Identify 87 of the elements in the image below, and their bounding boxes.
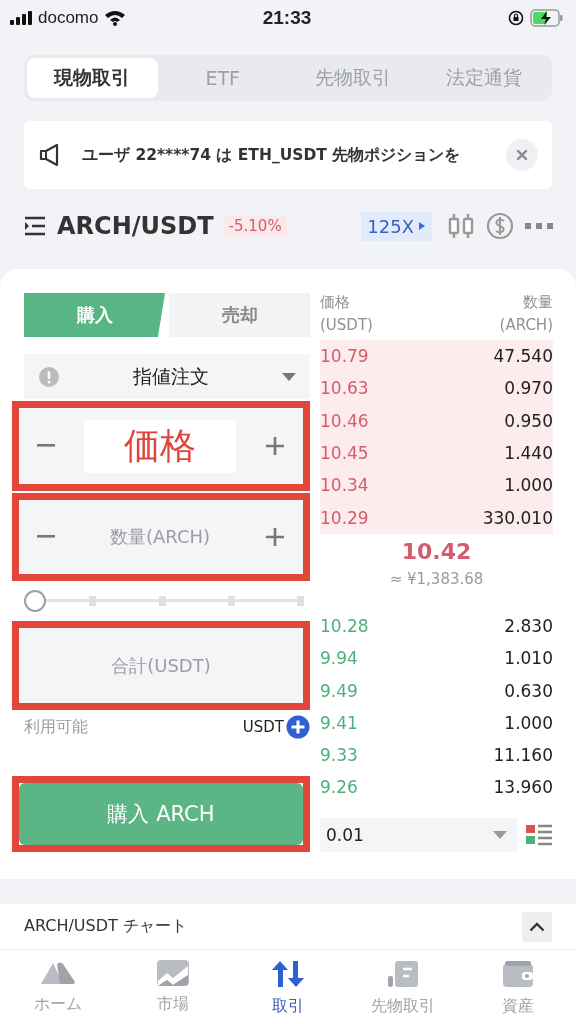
menu-icon[interactable] [23,215,47,237]
pair-symbol[interactable]: ARCH/USDT [57,212,214,240]
battery-icon [530,9,564,27]
ask-quantity: 47.540 [493,346,553,367]
bid-quantity: 2.830 [504,615,553,636]
ask-price: 10.79 [320,346,369,367]
precision-dropdown[interactable]: 0.01 [320,817,517,852]
buy-button[interactable]: 購入 ARCH [19,783,303,845]
bid-quantity: 11.160 [493,745,553,766]
bid-quantity: 1.010 [504,648,553,669]
caret-icon [493,830,507,839]
change-badge: -5.10% [223,215,287,237]
play-icon [418,221,426,231]
candlestick-icon[interactable] [446,212,476,240]
bid-price: 10.28 [320,615,369,636]
nav-item[interactable]: 先物取引 [345,950,461,1024]
chart-title: ARCH/USDT チャート [24,916,187,937]
side-tab[interactable]: 売却 [169,293,310,337]
up-down-arrows-icon [270,960,306,988]
input-field[interactable]: 数量(ARCH) [19,500,303,574]
minus-icon[interactable] [37,535,55,539]
ask-quantity: 1.000 [504,475,553,496]
close-button[interactable] [506,139,538,171]
available-currency: USDT [242,718,284,736]
bid-quantity: 13.960 [493,777,553,798]
bid-price: 9.26 [320,777,358,798]
amount-slider[interactable] [24,590,301,612]
more-icon[interactable] [524,222,554,230]
last-price: 10.42 [401,538,472,564]
ask-quantity: 1.440 [504,443,553,464]
price-in-yen: ≈ ¥1,383.68 [389,569,484,588]
chevron-up-icon [529,921,545,932]
wallet-icon [502,960,535,988]
plus-icon[interactable] [265,436,285,456]
signal-icon [10,11,32,25]
bid-price: 9.49 [320,680,358,701]
document-icon [387,960,420,988]
info-icon [38,365,60,388]
dollar-icon[interactable] [486,212,514,240]
bid-quantity: 1.000 [504,712,553,733]
caret-icon [282,372,296,381]
bid-price: 9.33 [320,745,358,766]
ask-price: 10.34 [320,475,369,496]
notice-text: ユーザ 22****74 は ETH_USDT 先物ポジションを [82,144,462,166]
column-header: 数量 [523,293,553,312]
market-tab[interactable]: 現物取引 [27,58,158,98]
rotation-lock-icon [508,10,524,26]
mountain-icon [39,960,76,986]
carrier-name: docomo [38,8,99,28]
nav-item[interactable]: 取引 [230,950,346,1024]
input-field[interactable]: 合計(USDT) [19,628,303,703]
clock-time: 21:33 [262,7,312,29]
ask-price: 10.45 [320,443,369,464]
wifi-icon [104,10,127,26]
nav-item[interactable]: 資産 [460,950,576,1024]
expand-button[interactable] [522,911,552,942]
chart-icon [156,960,189,986]
close-icon [516,149,528,161]
column-unit: (ARCH) [499,316,553,334]
book-layout-icon[interactable] [525,822,553,847]
leverage-button[interactable]: 125X [361,211,432,241]
annotation-label: 価格 [84,419,236,473]
ask-quantity: 0.970 [504,378,553,399]
available-label: 利用可能 [24,716,89,738]
ask-quantity: 0.950 [504,410,553,431]
ask-price: 10.46 [320,410,369,431]
plus-icon[interactable] [265,527,285,547]
plus-circle-icon[interactable] [286,715,310,739]
market-tab[interactable]: 法定通貨 [418,58,549,98]
input-field[interactable]: 価格 [19,408,303,484]
column-unit: (USDT) [320,316,373,334]
side-tab[interactable]: 購入 [24,293,165,337]
bid-quantity: 0.630 [504,680,553,701]
minus-icon[interactable] [37,444,55,448]
ask-quantity: 330.010 [482,507,553,528]
order-type-dropdown[interactable]: 指値注文 [24,354,310,399]
bid-price: 9.94 [320,648,358,669]
ask-price: 10.29 [320,507,369,528]
ask-price: 10.63 [320,378,369,399]
market-tab[interactable]: 先物取引 [288,58,419,98]
bid-price: 9.41 [320,712,358,733]
field-placeholder: 数量(ARCH) [109,525,211,549]
market-tab[interactable]: ETF [157,58,288,98]
column-header: 価格 [320,293,351,312]
field-placeholder: 合計(USDT) [111,653,211,678]
nav-item[interactable]: 市場 [115,950,231,1024]
nav-item[interactable]: ホーム [0,950,116,1024]
